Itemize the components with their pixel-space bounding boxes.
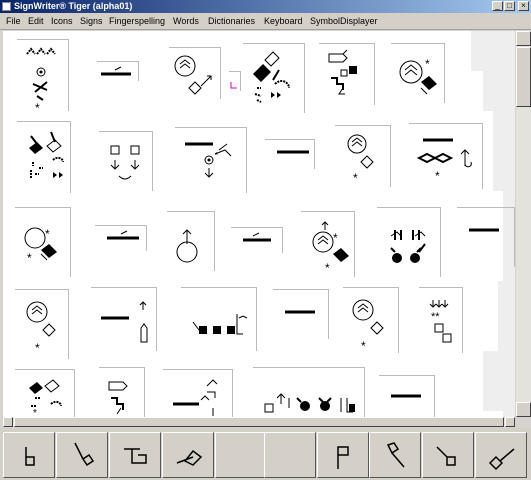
sign-3-1[interactable]: * *: [15, 207, 71, 277]
handshape-square-down-icon[interactable]: [3, 432, 55, 478]
sign-2-3[interactable]: *: [175, 127, 247, 193]
minimize-icon[interactable]: _: [492, 1, 503, 11]
sign-1-4[interactable]: [243, 43, 305, 113]
app-icon: [2, 2, 11, 11]
svg-text:*: *: [333, 231, 338, 245]
handshape-diamond-down-icon[interactable]: [56, 432, 108, 478]
sign-3-2[interactable]: [95, 225, 147, 251]
sign-5-4[interactable]: [253, 367, 365, 417]
window-title: SignWriter® Tiger (alpha01): [14, 1, 133, 11]
close-icon[interactable]: ×: [518, 1, 529, 11]
sign-2-1[interactable]: [17, 121, 71, 193]
handshape-square-side-icon[interactable]: [109, 432, 161, 478]
horizontal-scrollbar[interactable]: [3, 417, 515, 427]
menu-edit[interactable]: Edit: [28, 13, 44, 29]
svg-text:*: *: [325, 261, 330, 275]
sign-canvas[interactable]: * * * * * * * * * * * ** *: [3, 31, 515, 417]
menu-bar: File Edit Icons Signs Fingerspelling Wor…: [0, 13, 531, 30]
sign-2-2[interactable]: [99, 131, 153, 191]
svg-text:*: *: [35, 101, 40, 115]
svg-text:*: *: [215, 151, 218, 160]
sign-2-4[interactable]: [265, 139, 315, 169]
sign-1-6[interactable]: *: [391, 43, 445, 103]
menu-icons[interactable]: Icons: [51, 13, 73, 29]
sign-1-3[interactable]: [169, 47, 221, 99]
sign-4-3[interactable]: [181, 287, 257, 351]
symbol-palette: [0, 428, 531, 480]
sign-1-2[interactable]: [97, 61, 139, 81]
horizontal-scroll-thumb[interactable]: [14, 417, 504, 427]
sign-3-3[interactable]: [167, 211, 215, 271]
empty-slot-2[interactable]: [264, 432, 316, 478]
sign-2-6[interactable]: *: [409, 123, 483, 189]
menu-dictionaries[interactable]: Dictionaries: [208, 13, 255, 29]
sign-4-5[interactable]: *: [343, 287, 399, 353]
vertical-scroll-thumb[interactable]: [516, 47, 531, 107]
scroll-down-icon[interactable]: [516, 402, 531, 417]
sign-3-5[interactable]: * *: [301, 211, 355, 277]
empty-slot-1[interactable]: [215, 432, 267, 478]
menu-keyboard[interactable]: Keyboard: [264, 13, 303, 29]
sign-1-3b: [229, 71, 241, 91]
sign-1-1[interactable]: *: [17, 39, 69, 115]
handshape-diamond-side-icon[interactable]: [162, 432, 214, 478]
svg-text:*: *: [27, 251, 32, 265]
svg-text:*: *: [361, 339, 366, 353]
handshape-flag-up-icon[interactable]: [317, 432, 369, 478]
sign-5-3[interactable]: [163, 369, 233, 417]
sign-5-2[interactable]: [99, 367, 145, 417]
svg-text:*: *: [353, 171, 358, 185]
vertical-scrollbar[interactable]: [516, 31, 531, 417]
handshape-diamond-tail-icon[interactable]: [369, 432, 421, 478]
scroll-right-icon[interactable]: [505, 417, 515, 427]
handshape-check-icon[interactable]: [475, 432, 527, 478]
sign-4-2[interactable]: [91, 287, 157, 351]
title-bar: SignWriter® Tiger (alpha01) _ □ ×: [0, 0, 531, 13]
svg-text:**: **: [431, 311, 440, 323]
svg-text:*: *: [33, 408, 37, 417]
svg-text:*: *: [425, 57, 430, 71]
sign-3-7[interactable]: [457, 207, 515, 267]
menu-words[interactable]: Words: [173, 13, 199, 29]
sign-4-1[interactable]: *: [15, 289, 69, 359]
sign-5-5[interactable]: [379, 375, 435, 417]
svg-text:*: *: [435, 169, 440, 183]
menu-signs[interactable]: Signs: [80, 13, 103, 29]
scroll-left-icon[interactable]: [3, 417, 13, 427]
sign-2-5[interactable]: *: [335, 125, 391, 187]
menu-symboldisplayer[interactable]: SymbolDisplayer: [310, 13, 378, 29]
menu-file[interactable]: File: [6, 13, 21, 29]
sign-4-4[interactable]: [273, 289, 329, 339]
sign-3-6[interactable]: [377, 207, 441, 277]
sign-4-6[interactable]: **: [419, 287, 463, 353]
scroll-up-icon[interactable]: [516, 31, 531, 46]
svg-text:*: *: [45, 227, 50, 241]
sign-1-5[interactable]: [319, 43, 375, 105]
menu-fingerspelling[interactable]: Fingerspelling: [109, 13, 165, 29]
svg-text:*: *: [35, 341, 40, 355]
sign-3-4[interactable]: [231, 227, 283, 253]
handshape-square-angle-icon[interactable]: [422, 432, 474, 478]
sign-5-1[interactable]: *: [15, 369, 75, 417]
maximize-icon[interactable]: □: [504, 1, 515, 11]
